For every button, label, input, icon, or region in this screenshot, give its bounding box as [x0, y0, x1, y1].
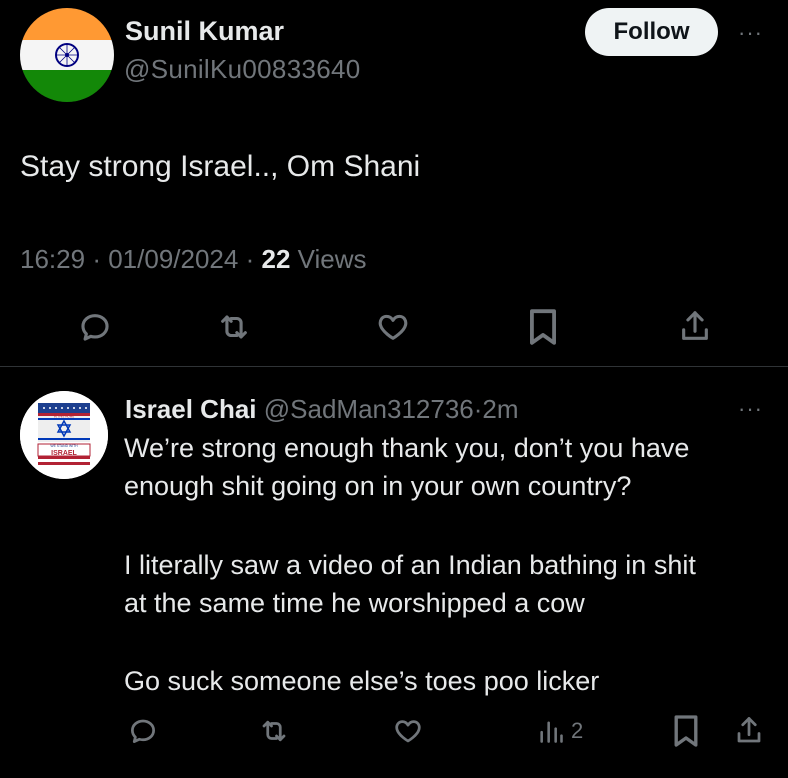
reply-author-name[interactable]: Israel Chai	[125, 394, 257, 424]
author-handle[interactable]: @SunilKu00833640	[124, 54, 361, 85]
post-meta: 16:29 · 01/09/2024 · 22 Views	[20, 244, 367, 275]
reply-author-avatar[interactable]: IN THIS HOME WE STAND WITH ISRAEL	[20, 391, 108, 479]
india-flag-icon	[20, 8, 114, 102]
badge-text-top: IN THIS HOME	[54, 415, 74, 419]
author-name[interactable]: Sunil Kumar	[125, 16, 284, 47]
reply-line: I literally saw a video of an Indian bat…	[124, 550, 696, 580]
repost-icon[interactable]	[258, 716, 290, 746]
reply-line: enough shit going on in your own country…	[124, 471, 632, 501]
meta-separator: ·	[245, 244, 255, 274]
like-icon[interactable]	[392, 716, 424, 746]
share-icon[interactable]	[734, 714, 764, 748]
meta-separator: ·	[92, 244, 101, 274]
author-avatar[interactable]	[20, 8, 114, 102]
badge-text-bottom: ISRAEL	[51, 450, 77, 457]
analytics-icon	[540, 721, 563, 743]
analytics-button[interactable]: 2	[537, 716, 583, 746]
reply-line: Go suck someone else’s toes poo licker	[124, 666, 600, 696]
reply-author-handle[interactable]: @SadMan312736	[264, 394, 474, 424]
reply-icon[interactable]	[78, 310, 112, 344]
reply-age[interactable]: 2m	[482, 394, 518, 424]
post-text: Stay strong Israel.., Om Shani	[20, 150, 421, 183]
share-icon[interactable]	[678, 308, 712, 346]
repost-icon[interactable]	[216, 310, 252, 344]
views-label[interactable]: Views	[298, 244, 367, 274]
reply-icon[interactable]	[128, 716, 158, 746]
reply-line: We’re strong enough thank you, don’t you…	[124, 433, 690, 463]
reply-more-options-icon[interactable]: ···	[738, 398, 763, 420]
more-options-icon[interactable]: ···	[738, 22, 763, 44]
post-time[interactable]: 16:29	[20, 244, 85, 274]
post-divider	[0, 366, 788, 367]
israel-badge-icon: IN THIS HOME WE STAND WITH ISRAEL	[20, 391, 108, 479]
reply-header: Israel Chai @SadMan312736·2m	[125, 394, 519, 425]
views-count[interactable]: 22	[262, 244, 291, 274]
bookmark-icon[interactable]	[527, 308, 559, 346]
like-icon[interactable]	[375, 310, 411, 344]
follow-button[interactable]: Follow	[585, 8, 718, 56]
badge-text-mid: WE STAND WITH	[50, 444, 78, 448]
post-date[interactable]: 01/09/2024	[108, 244, 238, 274]
reply-line: at the same time he worshipped a cow	[124, 588, 585, 618]
analytics-count: 2	[571, 718, 584, 743]
bookmark-icon[interactable]	[672, 714, 700, 748]
